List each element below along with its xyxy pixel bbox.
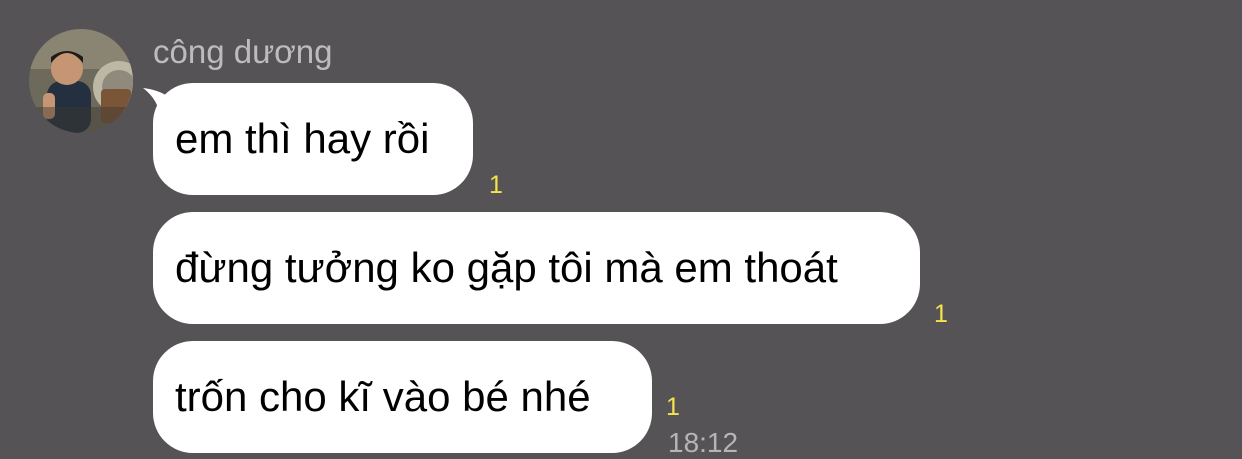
message-bubble[interactable]: đừng tưởng ko gặp tôi mà em thoát (153, 212, 920, 324)
message-text: em thì hay rồi (175, 115, 430, 162)
unread-count: 1 (934, 300, 948, 328)
message-text: đừng tưởng ko gặp tôi mà em thoát (175, 244, 838, 291)
message-time: 18:12 (668, 427, 739, 458)
unread-count: 1 (489, 171, 503, 199)
avatar-photo (29, 29, 133, 133)
message-bubble[interactable]: em thì hay rồi (153, 83, 473, 195)
message-bubble[interactable]: trốn cho kĩ vào bé nhé (153, 341, 652, 453)
message-text: trốn cho kĩ vào bé nhé (175, 373, 591, 420)
sender-name[interactable]: công dương (153, 33, 333, 71)
sender-avatar[interactable] (29, 29, 133, 133)
unread-count: 1 (666, 393, 680, 421)
